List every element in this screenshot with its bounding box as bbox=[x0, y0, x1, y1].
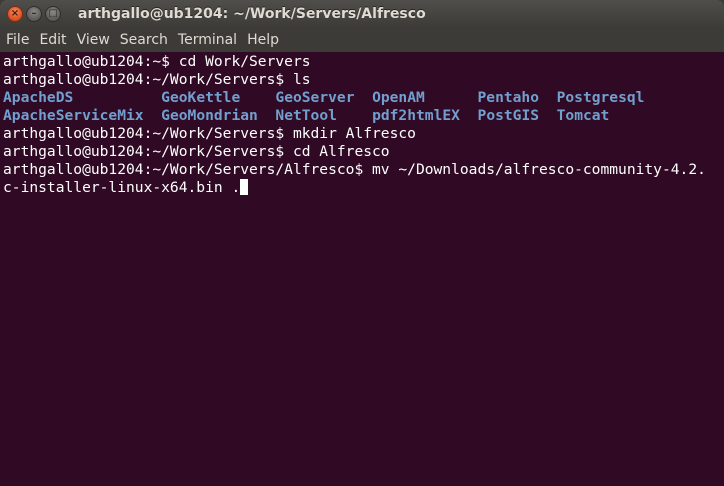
terminal-output[interactable]: arthgallo@ub1204:~$ cd Work/Servers arth… bbox=[0, 52, 724, 486]
terminal-current-line: c-installer-linux-x64.bin . bbox=[3, 179, 724, 197]
dir-entry: NetTool bbox=[275, 107, 337, 124]
dir-entry: Pentaho bbox=[477, 89, 540, 106]
terminal-line: arthgallo@ub1204:~/Work/Servers$ cd Alfr… bbox=[3, 143, 390, 160]
dir-entry: Tomcat bbox=[556, 107, 610, 124]
terminal-line: arthgallo@ub1204:~/Work/Servers$ ls bbox=[3, 71, 311, 88]
terminal-line: arthgallo@ub1204:~/Work/Servers/Alfresco… bbox=[3, 161, 706, 178]
terminal-cursor bbox=[240, 179, 249, 195]
menu-search[interactable]: Search bbox=[115, 28, 173, 52]
dir-entry: GeoKettle bbox=[161, 89, 241, 106]
dir-entry: pdf2htmlEX bbox=[372, 107, 460, 124]
terminal-window: × – □ arthgallo@ub1204: ~/Work/Servers/A… bbox=[0, 0, 724, 486]
title-bar[interactable]: × – □ arthgallo@ub1204: ~/Work/Servers/A… bbox=[0, 0, 724, 28]
dir-entry: ApacheServiceMix bbox=[3, 107, 144, 124]
terminal-line: arthgallo@ub1204:~/Work/Servers$ mkdir A… bbox=[3, 125, 416, 142]
menu-edit[interactable]: Edit bbox=[34, 28, 71, 52]
window-title: arthgallo@ub1204: ~/Work/Servers/Alfresc… bbox=[78, 6, 426, 22]
menu-help[interactable]: Help bbox=[242, 28, 284, 52]
dir-entry: PostGIS bbox=[477, 107, 540, 124]
dir-entry: GeoMondrian bbox=[161, 107, 258, 124]
dir-entry: ApacheDS bbox=[3, 89, 74, 106]
ls-output-row-1: ApacheDS GeoKettle GeoServer OpenAM Pent… bbox=[3, 89, 724, 107]
menu-bar: File Edit View Search Terminal Help bbox=[0, 28, 724, 52]
dir-entry: Postgresql bbox=[556, 89, 645, 106]
menu-terminal[interactable]: Terminal bbox=[173, 28, 242, 52]
terminal-input: c-installer-linux-x64.bin . bbox=[3, 179, 241, 196]
menu-view[interactable]: View bbox=[72, 28, 115, 52]
ls-output-row-2: ApacheServiceMix GeoMondrian NetTool pdf… bbox=[3, 107, 724, 125]
dir-entry: GeoServer bbox=[275, 89, 355, 106]
terminal-line: arthgallo@ub1204:~$ cd Work/Servers bbox=[3, 53, 311, 70]
menu-file[interactable]: File bbox=[1, 28, 34, 52]
dir-entry: OpenAM bbox=[372, 89, 425, 106]
